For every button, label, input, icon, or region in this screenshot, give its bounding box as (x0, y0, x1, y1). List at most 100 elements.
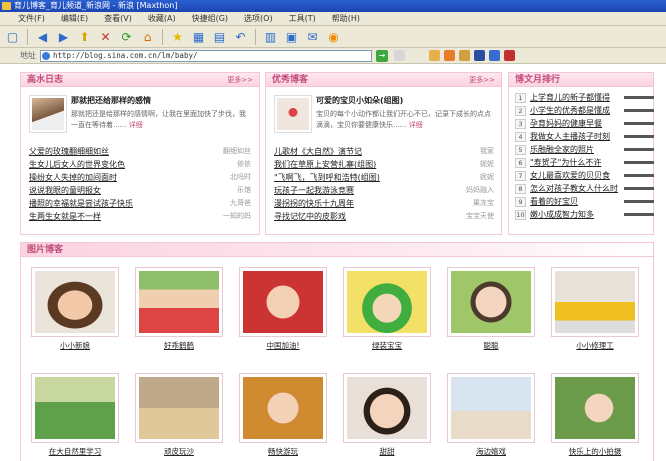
photo-caption[interactable]: 小小修理工 (551, 340, 639, 351)
photo-item[interactable]: 小小新娘 (31, 267, 119, 351)
photo-caption[interactable]: 好乖鹤鹤 (135, 340, 223, 351)
rank-title[interactable]: 我做女人主播孩子时刻 (530, 130, 620, 143)
photo-item[interactable]: 在大自然里学习 (31, 373, 119, 457)
home-icon[interactable]: ⌂ (139, 28, 156, 45)
list-item[interactable]: 10 嫩小成成智力知多 (515, 208, 654, 221)
list-item[interactable]: 我们在草原上安营扎寨(组图) 妮妮 (274, 158, 494, 171)
photo-caption[interactable]: 畅快游玩 (239, 446, 327, 457)
list-item[interactable]: 生女儿后女人的世界变化色 依依 (29, 158, 251, 171)
photo-item[interactable]: 小小修理工 (551, 267, 639, 351)
go-button[interactable]: → (376, 49, 388, 62)
list-item[interactable]: 父爱的玫瑰翻细细如丝 翻细如丝 (29, 145, 251, 158)
plugin-icon-2[interactable] (444, 50, 455, 61)
menu-tools[interactable]: 工具(T) (281, 12, 324, 26)
plugin-icon-1[interactable] (429, 50, 440, 61)
blogger-item-title[interactable]: 漫拐拐的快乐十九周年 (274, 197, 354, 210)
list-item[interactable]: 6 "寿贺子"为什么不许 (515, 156, 654, 169)
rank-title[interactable]: 上学育儿的新子都懂得 (530, 91, 620, 104)
photo-frame[interactable] (551, 373, 639, 443)
photo-frame[interactable] (31, 373, 119, 443)
list-item[interactable]: 播照的幸福就是尝试孩子快乐 九哥爸 (29, 197, 251, 210)
photo-frame[interactable] (135, 373, 223, 443)
photo-frame[interactable] (239, 267, 327, 337)
diary-item-author[interactable]: 翻细如丝 (223, 145, 251, 158)
list-item[interactable]: 3 孕育妈妈的健康早餐 (515, 117, 654, 130)
rank-title[interactable]: 嫩小成成智力知多 (530, 208, 620, 221)
photo-frame[interactable] (447, 373, 535, 443)
list-item[interactable]: 儿歌材《大自然》演节记 我家 (274, 145, 494, 158)
list-item[interactable]: 2 小学生的优秀都是懂成 (515, 104, 654, 117)
diary-item-title[interactable]: 生女儿后女人的世界变化色 (29, 158, 125, 171)
photo-caption[interactable]: 小小新娘 (31, 340, 119, 351)
diary-feature-thumb[interactable] (29, 95, 67, 133)
history-icon[interactable]: ▤ (211, 28, 228, 45)
address-input[interactable]: http://blog.sina.com.cn/lm/baby/ (40, 49, 372, 62)
blogger-item-title[interactable]: 寻找记忆中的皮影戏 (274, 210, 346, 223)
window-icon[interactable]: ▣ (283, 28, 300, 45)
rank-title[interactable]: 孕育妈妈的健康早餐 (530, 117, 620, 130)
photo-item[interactable]: 畅快游玩 (239, 373, 327, 457)
diary-item-author[interactable]: 一知的妈 (223, 210, 251, 223)
menu-file[interactable]: 文件(F) (10, 12, 53, 26)
photo-item[interactable]: 甜甜 (343, 373, 431, 457)
photo-caption[interactable]: 在大自然里学习 (31, 446, 119, 457)
rss-icon[interactable]: ◉ (325, 28, 342, 45)
photo-caption[interactable]: 中国加油! (239, 340, 327, 351)
blogger-item-title[interactable]: 我们在草原上安营扎寨(组图) (274, 158, 376, 171)
rank-title[interactable]: 乐融融全家的照片 (530, 143, 620, 156)
blogger-item-author[interactable]: 妮妮 (480, 171, 494, 184)
rank-title[interactable]: 小学生的优秀都是懂成 (530, 104, 620, 117)
blogger-item-author[interactable]: 我家 (480, 145, 494, 158)
diary-detail-link[interactable]: 详细 (129, 121, 143, 129)
diary-item-author[interactable]: 依依 (237, 158, 251, 171)
photo-frame[interactable] (239, 373, 327, 443)
menu-help[interactable]: 帮助(H) (324, 12, 368, 26)
blogger-item-title[interactable]: 儿歌材《大自然》演节记 (274, 145, 362, 158)
blogger-detail-link[interactable]: 详细 (409, 121, 423, 129)
menu-groups[interactable]: 快捷组(G) (184, 12, 236, 26)
blogger-feature-thumb[interactable] (274, 95, 312, 133)
favorites-star-icon[interactable]: ★ (169, 28, 186, 45)
stop-icon[interactable]: ✕ (97, 28, 114, 45)
list-item[interactable]: 9 看着的好宝贝 (515, 195, 654, 208)
photo-caption[interactable]: 绿装宝宝 (343, 340, 431, 351)
list-item[interactable]: 生两生女就是不一样 一知的妈 (29, 210, 251, 223)
plugin-icon-5[interactable] (489, 50, 500, 61)
photo-frame[interactable] (447, 267, 535, 337)
blogger-item-author[interactable]: 果冻宝 (473, 197, 494, 210)
blogger-item-author[interactable]: 妈妈融入 (466, 184, 494, 197)
rank-title[interactable]: 女儿最喜欢爱的贝贝食 (530, 169, 620, 182)
email-icon[interactable]: ✉ (304, 28, 321, 45)
blogger-item-title[interactable]: 玩孩子一起我游泳竞赛 (274, 184, 354, 197)
menu-options[interactable]: 选项(O) (236, 12, 281, 26)
rank-title[interactable]: 怎么对孩子教女人什么时 (530, 182, 620, 195)
list-item[interactable]: 7 女儿最喜欢爱的贝贝食 (515, 169, 654, 182)
split-view-icon[interactable]: ▥ (262, 28, 279, 45)
menu-view[interactable]: 查看(V) (96, 12, 140, 26)
blogger-item-author[interactable]: 宝宝天使 (466, 210, 494, 223)
menu-favorites[interactable]: 收藏(A) (140, 12, 184, 26)
photo-item[interactable]: 绿装宝宝 (343, 267, 431, 351)
list-item[interactable]: 8 怎么对孩子教女人什么时 (515, 182, 654, 195)
rank-title[interactable]: "寿贺子"为什么不许 (530, 156, 620, 169)
list-item[interactable]: 1 上学育儿的新子都懂得 (515, 91, 654, 104)
diary-item-author[interactable]: 九哥爸 (230, 197, 251, 210)
photo-frame[interactable] (135, 267, 223, 337)
search-engine-icon[interactable] (394, 50, 405, 61)
photo-frame[interactable] (31, 267, 119, 337)
list-item[interactable]: "飞啊飞，飞到呼和浩特(组图) 妮妮 (274, 171, 494, 184)
blogger-more-link[interactable]: 更多>> (469, 75, 495, 85)
photo-caption[interactable]: 顽皮玩沙 (135, 446, 223, 457)
undo-icon[interactable]: ↶ (232, 28, 249, 45)
groups-icon[interactable]: ▦ (190, 28, 207, 45)
photo-caption[interactable]: 快乐上的小拍摄 (551, 446, 639, 457)
list-item[interactable]: 漫拐拐的快乐十九周年 果冻宝 (274, 197, 494, 210)
photo-item[interactable]: 顽皮玩沙 (135, 373, 223, 457)
diary-feature-title[interactable]: 那就把还给那样的感情 (71, 95, 251, 106)
plugin-icon-6[interactable] (504, 50, 515, 61)
diary-more-link[interactable]: 更多>> (227, 75, 253, 85)
photo-item[interactable]: 好乖鹤鹤 (135, 267, 223, 351)
blogger-feature-title[interactable]: 可爱的宝贝小如朵(组图) (316, 95, 496, 106)
new-page-icon[interactable]: ▢ (4, 28, 21, 45)
photo-item[interactable]: 海边嬉戏 (447, 373, 535, 457)
